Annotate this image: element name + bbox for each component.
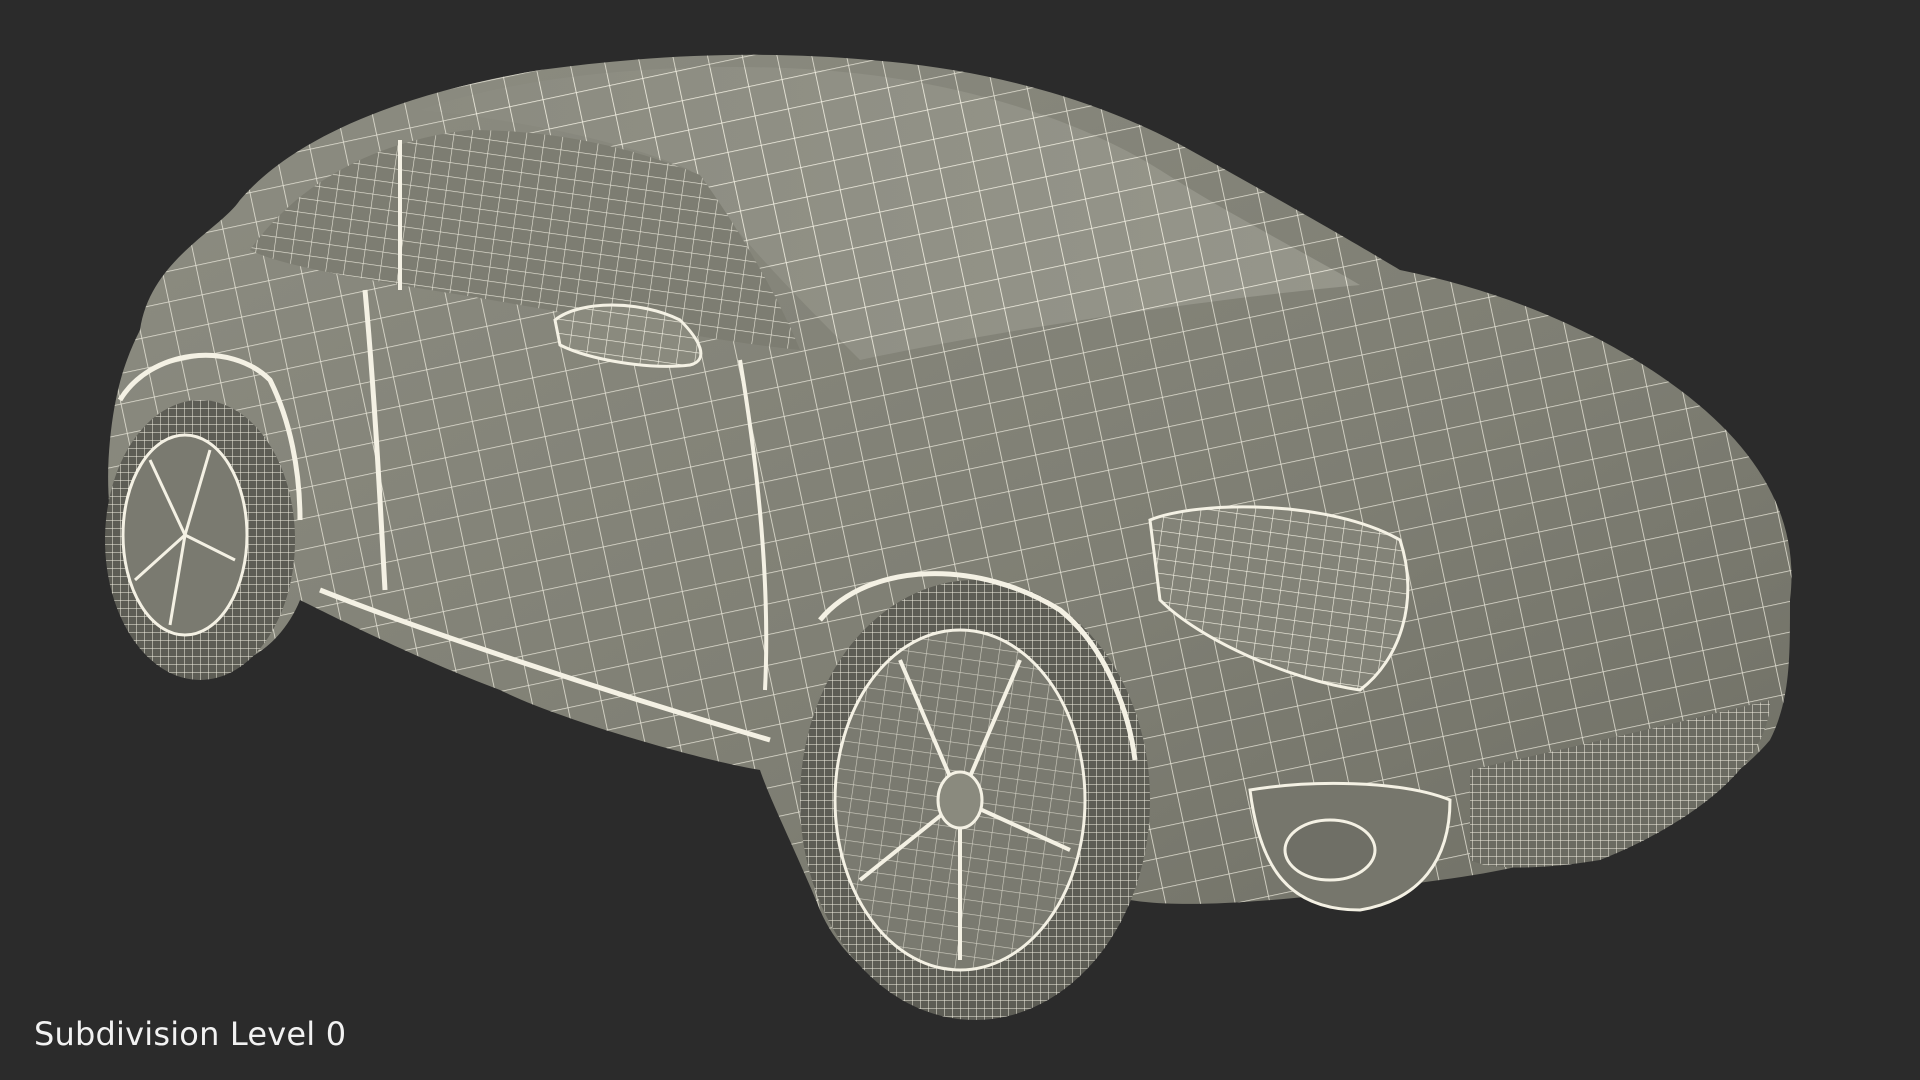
wireframe-car-render [105,54,1792,1020]
render-viewport: Subdivision Level 0 [0,0,1920,1080]
front-wheel [800,580,1150,1020]
subdivision-level-caption: Subdivision Level 0 [34,1015,347,1053]
rear-wheel [105,400,295,680]
